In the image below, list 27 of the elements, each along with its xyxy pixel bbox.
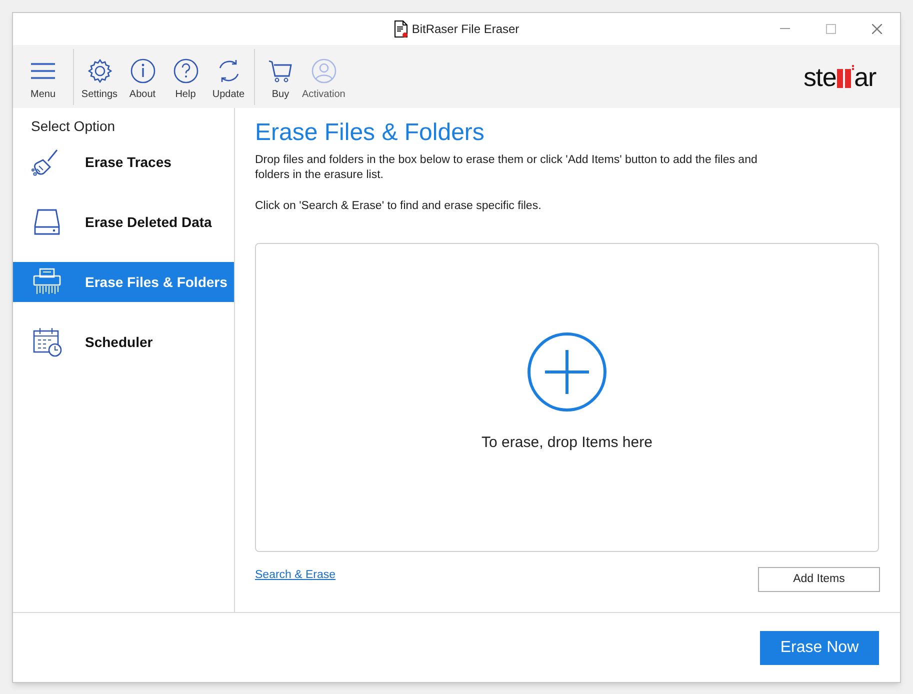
sidebar-heading: Select Option [30, 117, 116, 136]
calendar-icon [31, 326, 63, 358]
maximize-icon [826, 24, 836, 34]
close-icon [872, 24, 882, 34]
toolbar-button[interactable]: About [121, 48, 164, 104]
menu-button[interactable]: Menu [17, 48, 69, 104]
add-items-button[interactable]: Add Items [758, 567, 880, 592]
sidebar-item[interactable]: Scheduler [13, 322, 234, 362]
description-text: Drop files and folders in the box below to erase them or click 'Add Items' button to add the files and folders in the erasure list. [255, 153, 758, 183]
plus-icon [527, 332, 607, 412]
toolbar-button[interactable]: Update [207, 48, 250, 104]
drop-zone[interactable]: To erase, drop Items here [255, 243, 879, 552]
sidebar-item[interactable]: Erase Deleted Data [13, 202, 234, 242]
erase-now-button[interactable]: Erase Now [760, 630, 879, 664]
minimize-icon [780, 28, 790, 30]
hint-text: Click on 'Search & Erase' to find and erase specific files. [255, 199, 542, 214]
stellar-logo: ste ar [803, 64, 876, 90]
toolbar-button[interactable]: Settings [78, 48, 121, 104]
search-erase-link[interactable]: Search & Erase [255, 567, 336, 584]
document-icon [394, 20, 408, 38]
window-title: BitRaser File Eraser [412, 21, 520, 38]
sidebar-item[interactable]: Erase Traces [13, 142, 234, 182]
sidebar-item[interactable]: Erase Files & Folders [13, 262, 234, 302]
toolbar-button[interactable]: Help [164, 48, 207, 104]
drop-zone-label: To erase, drop Items here [482, 432, 652, 452]
toolbar-button[interactable]: Buy [259, 48, 302, 104]
page-title: Erase Files & Folders [255, 118, 486, 148]
